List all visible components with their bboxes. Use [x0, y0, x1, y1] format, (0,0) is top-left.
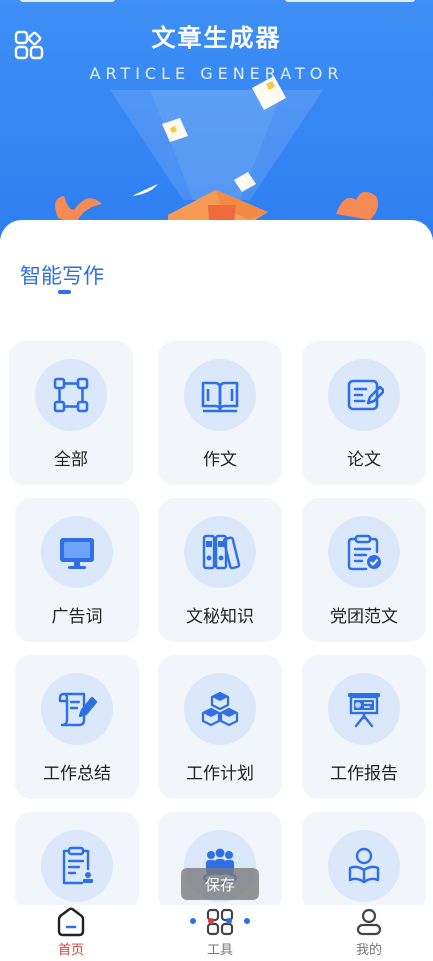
icon-bubble [328, 673, 400, 745]
home-icon [57, 907, 85, 937]
book-icon [201, 381, 239, 413]
icon-bubble [41, 673, 113, 745]
category-label: 党团范文 [330, 607, 398, 627]
category-card-work-summary[interactable]: 工作总结 [15, 655, 139, 799]
document-stamp-icon [62, 846, 93, 885]
header-banner: 文章生成器 ARTICLE GENERATOR [0, 0, 433, 240]
category-card-work-plan[interactable]: 工作计划 [158, 655, 282, 799]
icon-bubble [41, 830, 113, 902]
section-title: 智能写作 [20, 264, 104, 288]
icon-bubble [184, 673, 256, 745]
section-title-indicator [58, 290, 71, 294]
save-button[interactable]: 保存 [181, 868, 259, 900]
category-label: 工作总结 [43, 764, 111, 784]
nav-label: 工具 [206, 943, 233, 958]
category-card-reading[interactable] [302, 812, 426, 912]
icon-bubble [184, 516, 256, 588]
category-card-all[interactable]: 全部 [9, 341, 133, 485]
category-card-thesis[interactable]: 论文 [302, 341, 426, 485]
page-indicator-dots [190, 918, 250, 928]
all-nodes-icon [53, 377, 89, 413]
category-label: 全部 [54, 450, 88, 470]
category-card-work-report[interactable]: 工作报告 [302, 655, 426, 799]
paper-edit-icon [347, 379, 384, 411]
category-label: 作文 [203, 450, 237, 470]
nav-item-home[interactable]: 首页 [16, 907, 126, 961]
category-label: 论文 [347, 450, 381, 470]
icon-bubble [328, 830, 400, 902]
category-label: 工作计划 [186, 764, 254, 784]
scroll-pen-icon [58, 692, 98, 727]
category-label: 工作报告 [330, 764, 398, 784]
icon-bubble [328, 516, 400, 588]
category-card-essay[interactable]: 作文 [158, 341, 282, 485]
nav-label: 我的 [355, 943, 382, 958]
paper-icon [162, 76, 286, 192]
binders-icon [202, 534, 241, 570]
box-illustration [55, 76, 378, 240]
clipboard-check-icon [347, 534, 381, 571]
nav-label: 首页 [57, 943, 84, 958]
bottom-navigation: 首页 工具 我的 [0, 905, 433, 961]
icon-bubble [41, 516, 113, 588]
icon-bubble [35, 359, 107, 431]
presentation-icon [348, 693, 380, 728]
category-card-secretary[interactable]: 文秘知识 [158, 498, 282, 642]
cubes-icon [201, 691, 239, 727]
nav-item-tools[interactable]: 工具 [165, 907, 275, 961]
icon-bubble [328, 359, 400, 431]
reader-icon [348, 847, 380, 884]
icon-bubble [184, 359, 256, 431]
category-label: 文秘知识 [186, 607, 254, 627]
category-card-ad-slogan[interactable]: 广告词 [15, 498, 139, 642]
nav-item-profile[interactable]: 我的 [314, 907, 424, 961]
monitor-icon [60, 538, 94, 569]
user-icon [356, 908, 382, 936]
category-card-party-template[interactable]: 党团范文 [302, 498, 426, 642]
category-card-document[interactable] [15, 812, 139, 912]
category-label: 广告词 [51, 607, 103, 627]
